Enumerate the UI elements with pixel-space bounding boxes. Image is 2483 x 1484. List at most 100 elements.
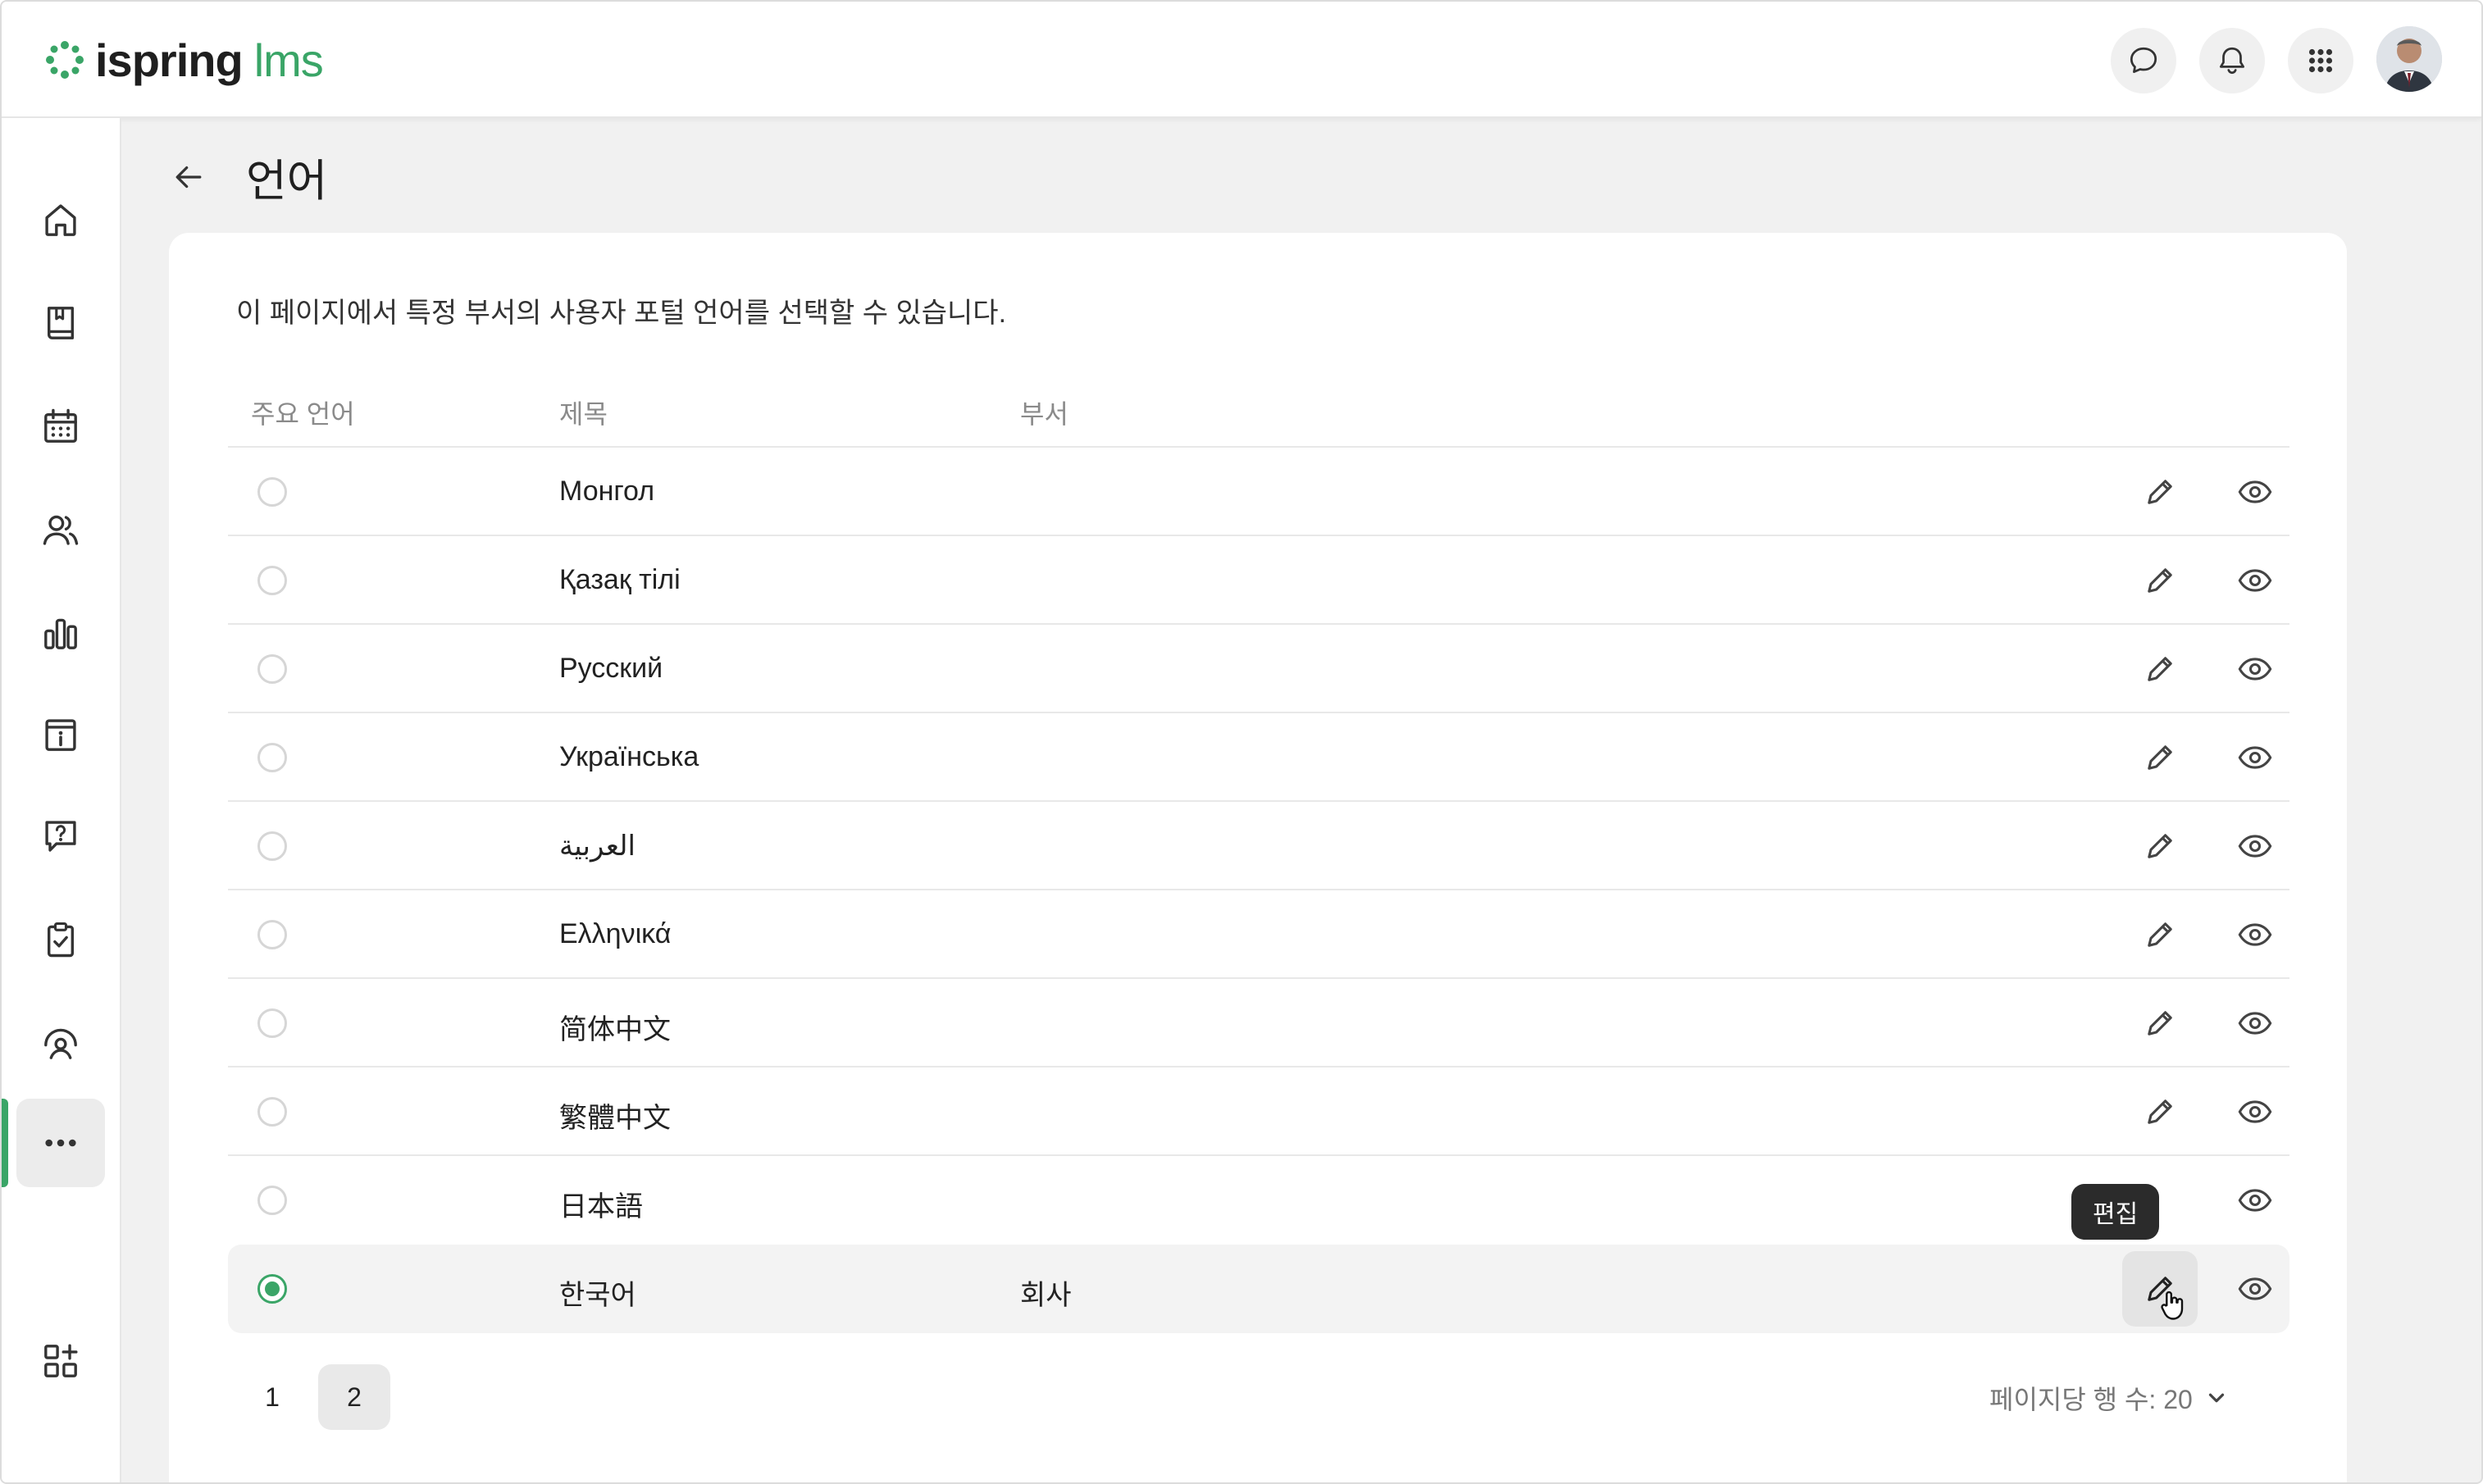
back-button[interactable] xyxy=(166,154,212,200)
language-title: Русский xyxy=(559,653,663,684)
page-title: 언어 xyxy=(246,157,328,206)
edit-button[interactable] xyxy=(2135,644,2185,694)
edit-tooltip: 편집 xyxy=(2071,1184,2160,1240)
apps-grid-icon xyxy=(2308,48,2333,73)
languages-card: 이 페이지에서 특정 부서의 사용자 포털 언어를 선택할 수 있습니다. 주요… xyxy=(169,233,2347,1482)
edit-button[interactable] xyxy=(2135,556,2185,605)
table-row[interactable]: Қазақ тілі xyxy=(228,535,2289,623)
sidebar-item-home[interactable] xyxy=(16,175,105,264)
primary-language-radio[interactable] xyxy=(257,477,287,507)
view-button[interactable] xyxy=(2230,999,2280,1048)
table-row[interactable]: Українська xyxy=(228,712,2289,800)
pencil-icon xyxy=(2148,657,2172,681)
eye-icon xyxy=(2238,480,2272,503)
chevron-down-icon xyxy=(2208,1393,2224,1403)
book-icon xyxy=(48,307,74,339)
primary-language-radio[interactable] xyxy=(257,831,287,861)
edit-button[interactable] xyxy=(2135,467,2185,517)
table-row[interactable]: Ελληνικά xyxy=(228,889,2289,977)
sidebar-item-assignments[interactable] xyxy=(16,895,105,984)
edit-button[interactable] xyxy=(2135,910,2185,959)
avatar-icon xyxy=(2376,26,2442,92)
eye-icon xyxy=(2238,569,2272,592)
pagination-page-2[interactable]: 2 xyxy=(318,1364,390,1430)
primary-language-radio[interactable] xyxy=(257,654,287,684)
sidebar-item-more[interactable] xyxy=(16,1099,105,1187)
sidebar-item-info[interactable] xyxy=(16,690,105,779)
logo[interactable]: ispring lms xyxy=(44,31,324,89)
table-row-selected[interactable]: 한국어 회사 xyxy=(228,1245,2289,1333)
pencil-icon xyxy=(2148,1011,2172,1036)
view-button[interactable] xyxy=(2230,1176,2280,1225)
table-row[interactable]: Русский xyxy=(228,623,2289,712)
sidebar-item-questions[interactable] xyxy=(16,792,105,881)
primary-language-radio[interactable] xyxy=(257,920,287,949)
top-bar: ispring lms xyxy=(2,2,2481,118)
logo-spark-icon xyxy=(46,41,84,79)
calendar-icon xyxy=(44,408,77,443)
pencil-icon xyxy=(2148,568,2172,593)
column-header-title[interactable]: 제목 xyxy=(559,394,608,431)
edit-button[interactable] xyxy=(2135,733,2185,782)
primary-language-radio[interactable] xyxy=(257,1186,287,1215)
view-button[interactable] xyxy=(2230,910,2280,959)
column-header-primary[interactable]: 주요 언어 xyxy=(251,394,355,431)
eye-icon xyxy=(2238,923,2272,946)
language-title: Ελληνικά xyxy=(559,918,672,949)
table-row[interactable]: العربية xyxy=(228,800,2289,889)
column-header-department[interactable]: 부서 xyxy=(1020,394,1068,431)
sidebar-item-performance[interactable] xyxy=(16,999,105,1087)
table-row[interactable]: Монгол xyxy=(228,446,2289,535)
chat-button[interactable] xyxy=(2111,28,2176,93)
primary-language-radio[interactable] xyxy=(257,566,287,595)
language-title: Қазақ тілі xyxy=(559,564,681,595)
bar-chart-icon xyxy=(44,618,77,649)
add-widget-icon xyxy=(44,1344,78,1377)
eye-icon xyxy=(2238,835,2272,858)
table-row[interactable]: 简体中文 xyxy=(228,977,2289,1066)
rows-per-page-select[interactable]: 페이지당 행 수: 20 xyxy=(1989,1379,2229,1417)
edit-button[interactable] xyxy=(2135,822,2185,871)
notifications-button[interactable] xyxy=(2199,28,2265,93)
edit-button[interactable] xyxy=(2135,999,2185,1048)
eye-icon xyxy=(2238,746,2272,769)
view-button[interactable] xyxy=(2230,733,2280,782)
pagination-page-1[interactable]: 1 xyxy=(236,1364,308,1430)
view-button[interactable] xyxy=(2230,822,2280,871)
sidebar-item-calendar[interactable] xyxy=(16,382,105,471)
language-title: 简体中文 xyxy=(559,1014,671,1045)
primary-language-radio[interactable] xyxy=(257,743,287,772)
language-title: 한국어 xyxy=(559,1280,636,1311)
rows-per-page-label: 페이지당 행 수: 20 xyxy=(1989,1385,2193,1414)
eye-icon xyxy=(2238,658,2272,681)
view-button[interactable] xyxy=(2230,467,2280,517)
user-avatar[interactable] xyxy=(2376,26,2442,92)
sidebar-item-reports[interactable] xyxy=(16,589,105,677)
edit-button[interactable] xyxy=(2135,1087,2185,1136)
app-window: ispring lms 언어 이 페이지에서 특정 부서의 사용자 포털 언어를… xyxy=(0,0,2483,1484)
sidebar-item-add-widget[interactable] xyxy=(16,1317,105,1405)
primary-language-radio[interactable] xyxy=(257,1097,287,1127)
primary-language-radio[interactable] xyxy=(257,1008,287,1038)
language-title: 日本語 xyxy=(559,1191,643,1222)
table-row[interactable]: 日本語 xyxy=(228,1154,2289,1243)
language-title: Українська xyxy=(559,741,699,772)
view-button[interactable] xyxy=(2230,1264,2280,1313)
language-title: 繁體中文 xyxy=(559,1103,671,1134)
eye-icon xyxy=(2238,1012,2272,1035)
pencil-icon xyxy=(2148,834,2172,858)
sidebar xyxy=(2,118,121,1482)
sidebar-item-users[interactable] xyxy=(16,485,105,574)
view-button[interactable] xyxy=(2230,1087,2280,1136)
apps-button[interactable] xyxy=(2288,28,2353,93)
primary-language-radio-checked[interactable] xyxy=(257,1274,287,1304)
language-department: 회사 xyxy=(1020,1280,1072,1311)
view-button[interactable] xyxy=(2230,556,2280,605)
table-row[interactable]: 繁體中文 xyxy=(228,1066,2289,1154)
chat-bubble-icon xyxy=(2130,47,2157,74)
sidebar-item-courses[interactable] xyxy=(16,279,105,367)
users-icon xyxy=(43,515,79,545)
eye-icon xyxy=(2238,1100,2272,1123)
view-button[interactable] xyxy=(2230,644,2280,694)
arrow-left-icon xyxy=(175,166,202,189)
